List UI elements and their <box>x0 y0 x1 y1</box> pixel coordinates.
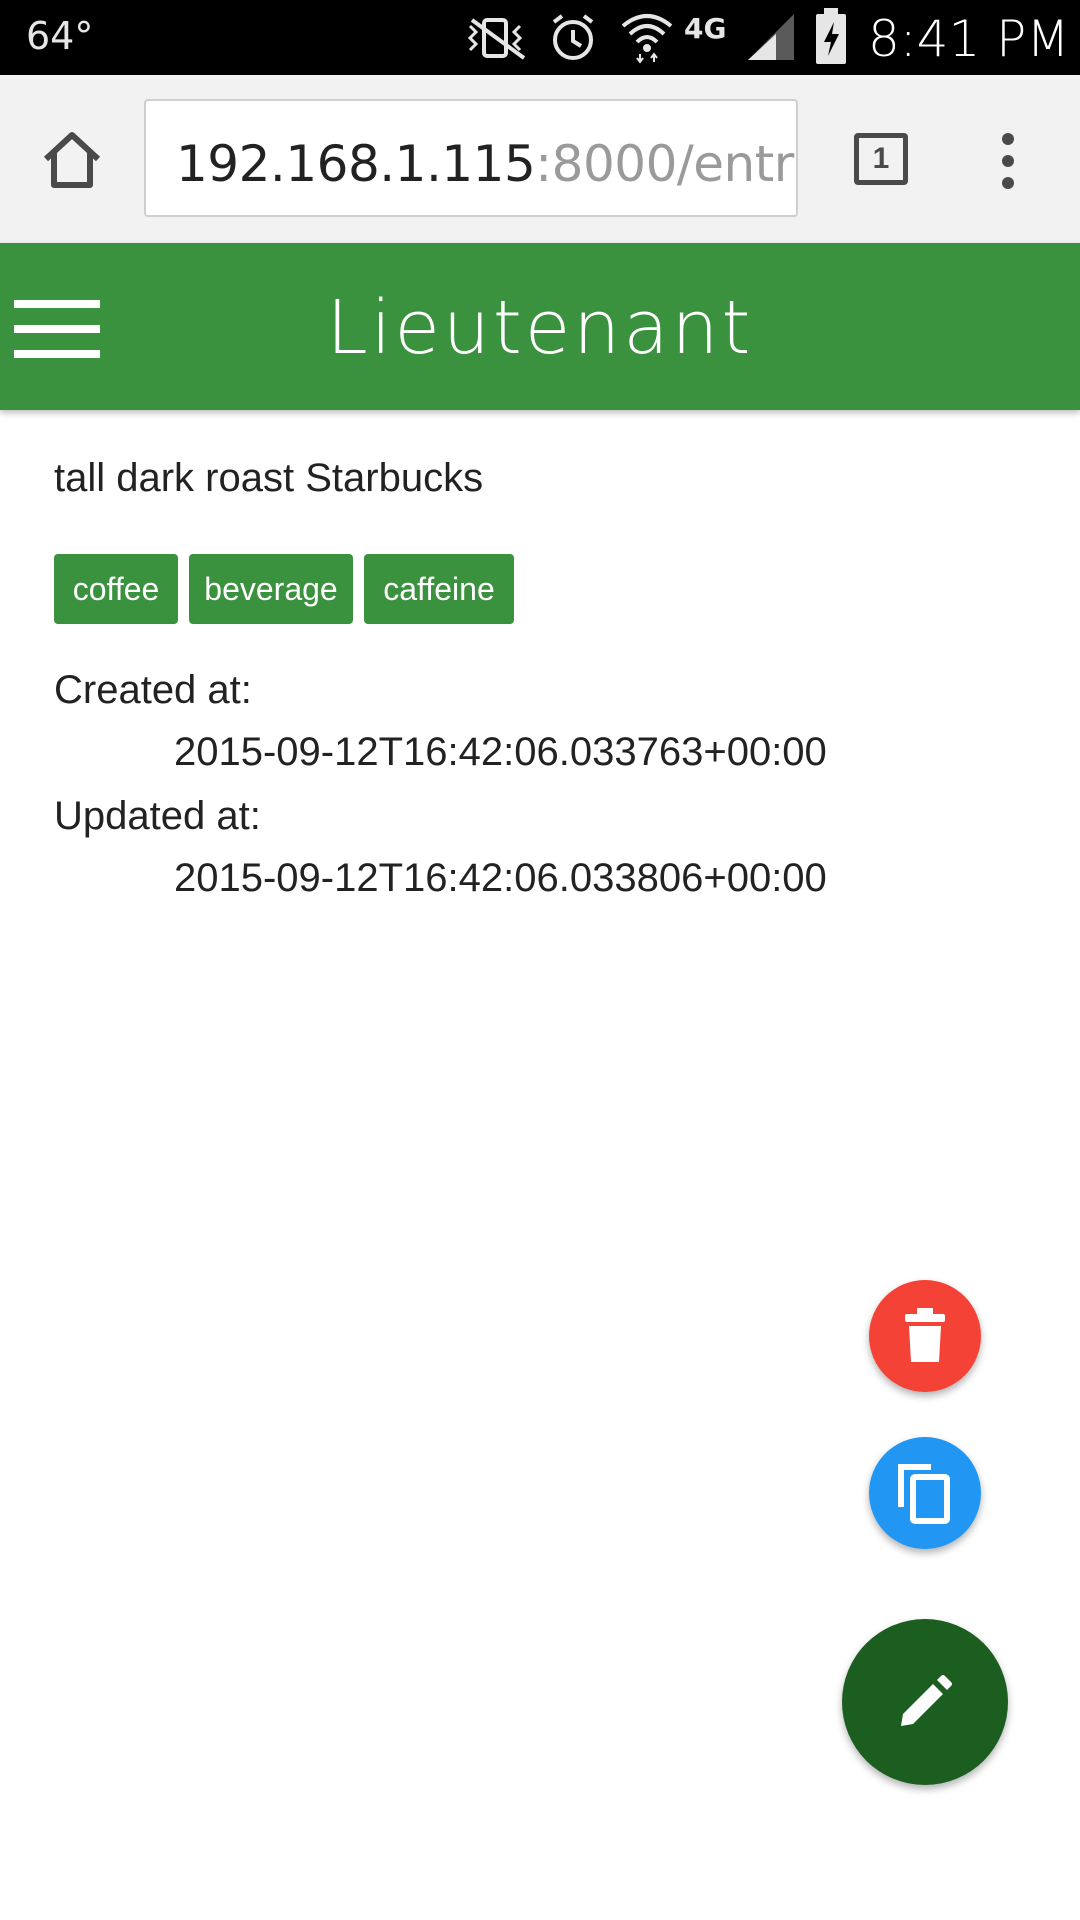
delete-button[interactable] <box>869 1280 981 1392</box>
url-text[interactable]: 192.168.1.115:8000/entrie <box>176 135 796 193</box>
overflow-menu-icon[interactable] <box>996 131 1020 191</box>
4g-lte-icon: 4G <box>684 12 740 62</box>
tag-caffeine[interactable]: caffeine <box>364 554 514 624</box>
app-header: Lieutenant <box>0 243 1080 410</box>
copy-icon <box>898 1464 950 1524</box>
clock-time: 8:41 PM <box>868 10 1070 68</box>
duplicate-button[interactable] <box>869 1437 981 1549</box>
entry-title: tall dark roast Starbucks <box>54 456 484 500</box>
tag-beverage[interactable]: beverage <box>189 554 353 624</box>
created-value: 2015-09-12T16:42:06.033763+00:00 <box>174 730 827 774</box>
browser-toolbar: 192.168.1.115:8000/entrie 1 <box>0 75 1080 243</box>
alarm-icon <box>552 14 594 60</box>
temperature-readout: 64° <box>26 14 94 58</box>
url-host: 192.168.1.115 <box>176 135 536 193</box>
updated-value: 2015-09-12T16:42:06.033806+00:00 <box>174 856 827 900</box>
signal-icon <box>748 14 794 60</box>
pencil-icon <box>901 1675 952 1726</box>
tag-coffee[interactable]: coffee <box>54 554 178 624</box>
status-bar: 64° 4G 8:41 PM <box>0 0 1080 75</box>
updated-label: Updated at: <box>54 794 261 838</box>
mute-vibrate-icon <box>467 18 526 60</box>
address-bar[interactable]: 192.168.1.115:8000/entrie <box>144 99 798 217</box>
trash-icon <box>905 1308 945 1362</box>
tab-count: 1 <box>872 142 890 175</box>
created-label: Created at: <box>54 668 252 712</box>
tab-switcher-button[interactable]: 1 <box>854 133 908 185</box>
home-icon[interactable] <box>40 127 104 191</box>
app-title: Lieutenant <box>326 285 754 371</box>
wifi-icon <box>621 14 673 64</box>
url-path: :8000/entrie <box>535 135 796 193</box>
battery-charging-icon <box>816 8 846 64</box>
network-type-label: 4G <box>684 12 727 45</box>
edit-button[interactable] <box>842 1619 1008 1785</box>
